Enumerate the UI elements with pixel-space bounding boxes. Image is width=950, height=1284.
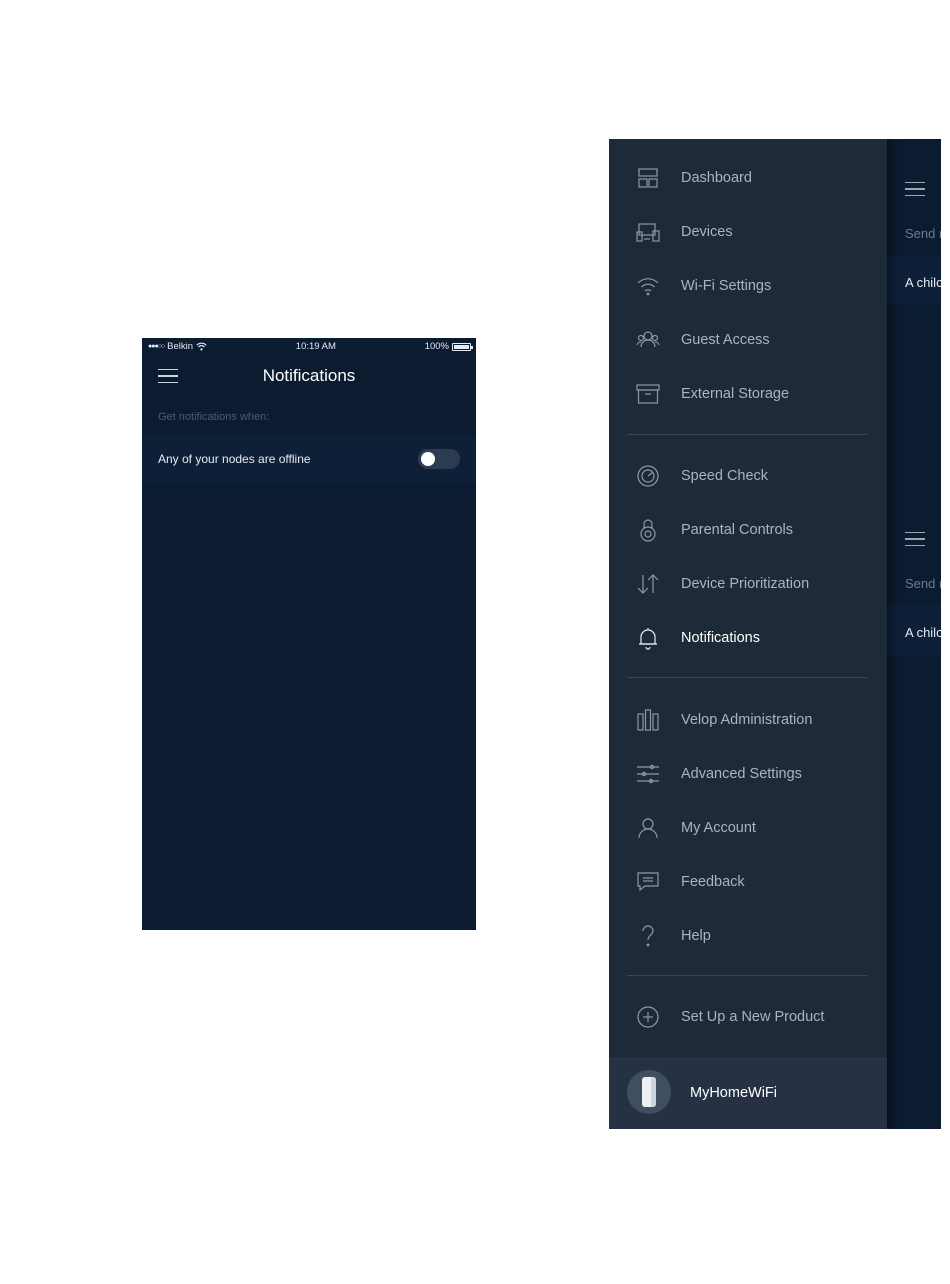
wifi-icon — [636, 274, 660, 298]
menu-item-my-account[interactable]: My Account — [609, 806, 887, 850]
status-time: 10:19 AM — [295, 341, 336, 352]
background-hamburger-icon — [905, 182, 925, 196]
question-icon — [636, 924, 660, 948]
carrier-name: Belkin — [167, 341, 194, 352]
menu-item-label: Advanced Settings — [681, 766, 802, 782]
storage-box-icon — [636, 382, 660, 406]
menu-item-label: Devices — [681, 224, 733, 240]
background-row: A chilc — [887, 255, 941, 305]
background-hamburger-icon — [905, 532, 925, 546]
menu-item-label: Device Prioritization — [681, 576, 810, 592]
menu-divider — [627, 434, 867, 435]
nav-bar: Notifications — [142, 355, 476, 397]
status-bar: ●●●○○ Belkin 10:19 AM 100% — [142, 338, 476, 355]
toggle-knob — [421, 452, 435, 466]
speedometer-icon — [636, 464, 660, 488]
menu-divider — [627, 975, 867, 976]
menu-item-wifi-settings[interactable]: Wi-Fi Settings — [609, 264, 887, 308]
parental-lock-icon — [636, 518, 660, 542]
sliders-icon — [636, 762, 660, 786]
menu-item-label: Feedback — [681, 874, 745, 890]
notification-row-nodes-offline: Any of your nodes are offline — [142, 435, 476, 483]
battery-percent: 100% — [424, 341, 449, 352]
devices-icon — [636, 220, 660, 244]
network-name: MyHomeWiFi — [690, 1085, 777, 1101]
menu-item-speed-check[interactable]: Speed Check — [609, 454, 887, 498]
hamburger-menu-icon[interactable] — [158, 369, 178, 383]
side-menu-screen: Send r A chilc Send r A chilc Dashboard … — [609, 139, 941, 1129]
user-icon — [636, 816, 660, 840]
battery-icon — [452, 342, 473, 351]
background-screen: Send r A chilc Send r A chilc — [887, 139, 941, 1129]
network-footer[interactable]: MyHomeWiFi — [609, 1057, 887, 1129]
menu-item-label: Guest Access — [681, 332, 770, 348]
dashboard-icon — [636, 166, 660, 190]
menu-item-help[interactable]: Help — [609, 914, 887, 958]
up-down-arrows-icon — [636, 572, 660, 596]
menu-item-label: External Storage — [681, 386, 790, 402]
menu-item-feedback[interactable]: Feedback — [609, 860, 887, 904]
wifi-status-icon — [196, 342, 207, 351]
page-title: Notifications — [262, 366, 356, 385]
notification-row-label: Any of your nodes are offline — [158, 452, 311, 466]
menu-item-label: Set Up a New Product — [681, 1009, 825, 1025]
section-label: Get notifications when: — [158, 411, 270, 423]
menu-item-label: Velop Administration — [681, 712, 813, 728]
navigation-drawer: Dashboard Devices Wi-Fi Settings Guest A… — [609, 139, 887, 1129]
notifications-screen: ●●●○○ Belkin 10:19 AM 100% Notifications… — [142, 338, 476, 930]
menu-item-set-up-new-product[interactable]: Set Up a New Product — [609, 995, 887, 1039]
background-send-text: Send r — [905, 226, 941, 241]
menu-item-external-storage[interactable]: External Storage — [609, 372, 887, 416]
velop-node-avatar — [627, 1070, 671, 1114]
menu-item-label: Wi-Fi Settings — [681, 278, 772, 294]
menu-item-velop-administration[interactable]: Velop Administration — [609, 698, 887, 742]
menu-item-label: My Account — [681, 820, 756, 836]
menu-item-guest-access[interactable]: Guest Access — [609, 318, 887, 362]
nodes-offline-toggle[interactable] — [418, 449, 460, 469]
plus-circle-icon — [636, 1005, 660, 1029]
velop-nodes-icon — [636, 708, 660, 732]
menu-item-advanced-settings[interactable]: Advanced Settings — [609, 752, 887, 796]
bell-icon — [636, 626, 660, 650]
menu-item-devices[interactable]: Devices — [609, 210, 887, 254]
signal-strength: ●●●○○ — [148, 343, 165, 350]
menu-item-dashboard[interactable]: Dashboard — [609, 156, 887, 200]
menu-item-label: Help — [681, 928, 711, 944]
chat-bubble-icon — [636, 870, 660, 894]
background-row: A chilc — [887, 605, 941, 655]
background-send-text: Send r — [905, 576, 941, 591]
menu-item-parental-controls[interactable]: Parental Controls — [609, 508, 887, 552]
menu-item-label: Dashboard — [681, 170, 752, 186]
menu-item-notifications[interactable]: Notifications — [609, 616, 887, 660]
menu-item-device-prioritization[interactable]: Device Prioritization — [609, 562, 887, 606]
guest-access-icon — [636, 328, 660, 352]
menu-item-label: Notifications — [681, 630, 760, 646]
menu-divider — [627, 677, 867, 678]
menu-item-label: Parental Controls — [681, 522, 794, 538]
menu-item-label: Speed Check — [681, 468, 769, 484]
